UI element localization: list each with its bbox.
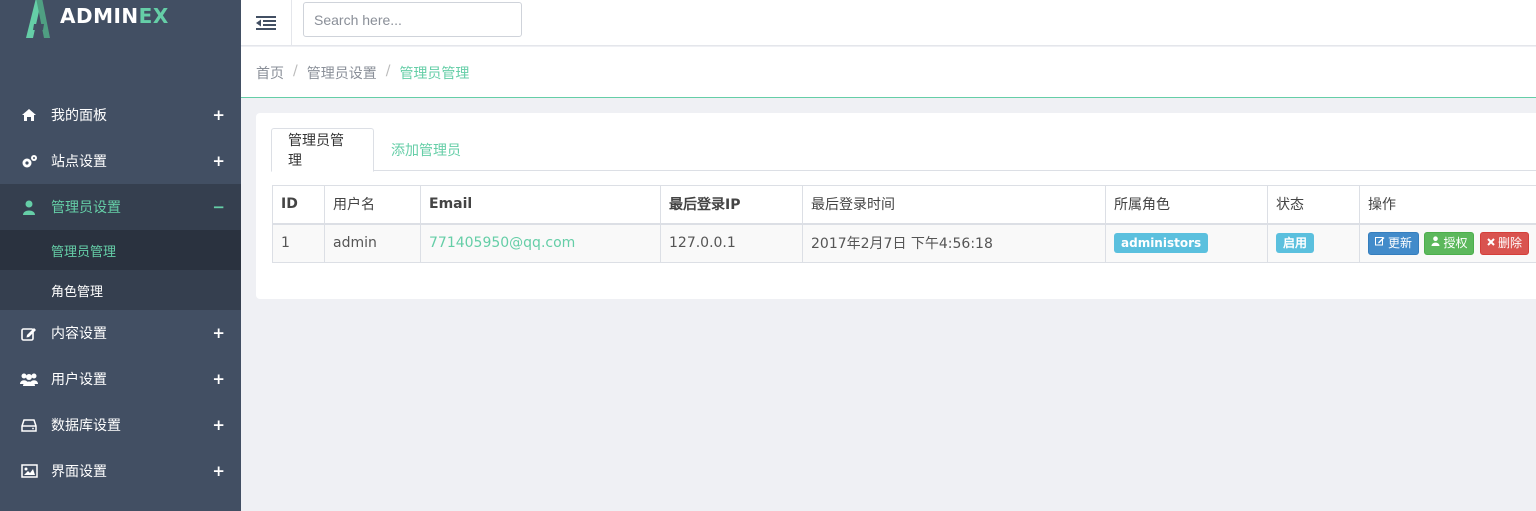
grant-button-label: 授权	[1443, 235, 1468, 250]
sidebar-item-admin-settings[interactable]: 管理员设置 −	[0, 184, 241, 230]
picture-icon	[20, 462, 38, 480]
update-button[interactable]: 更新	[1368, 231, 1420, 255]
breadcrumb-separator: /	[293, 63, 298, 79]
sidebar-subitem-role-manage[interactable]: 角色管理	[0, 270, 241, 310]
column-header-last-ip: 最后登录IP	[660, 185, 803, 225]
cell-email: 771405950@qq.com	[420, 223, 661, 263]
status-badge: 启用	[1276, 233, 1315, 254]
sidebar-item-user-settings[interactable]: 用户设置 +	[0, 356, 241, 402]
column-header-role: 所属角色	[1105, 185, 1268, 225]
collapse-icon: −	[212, 198, 225, 216]
tab-admin-manage[interactable]: 管理员管理	[271, 128, 374, 172]
column-header-email: Email	[420, 185, 661, 225]
breadcrumb-home[interactable]: 首页	[256, 63, 284, 83]
logo[interactable]: ADMINEX	[22, 0, 169, 38]
sidebar-item-label: 管理员设置	[51, 200, 121, 216]
cell-last-time: 2017年2月7日 下午4:56:18	[802, 223, 1106, 263]
expand-icon: +	[212, 106, 225, 124]
sidebar-item-label: 界面设置	[51, 464, 107, 480]
sidebar: ADMINEX 我的面板 + 站点设置 + 管理员设置 − 管理员管理 角色管理	[0, 0, 241, 511]
cell-role: administors	[1105, 223, 1268, 263]
breadcrumb-separator: /	[385, 63, 391, 79]
expand-icon: +	[212, 370, 225, 388]
sidebar-subitem-admin-manage[interactable]: 管理员管理	[0, 230, 241, 270]
breadcrumb: 首页 / 管理员设置 / 管理员管理	[256, 63, 469, 83]
hdd-icon	[20, 416, 38, 434]
cell-id: 1	[272, 223, 325, 263]
delete-button-label: 删除	[1497, 235, 1522, 250]
sidebar-nav: 我的面板 + 站点设置 + 管理员设置 − 管理员管理 角色管理 内容设置 + …	[0, 92, 241, 494]
sidebar-subnav: 管理员管理 角色管理	[0, 230, 241, 310]
cell-username: admin	[324, 223, 421, 263]
delete-button[interactable]: 删除	[1479, 231, 1529, 255]
cell-status: 启用	[1267, 223, 1360, 263]
edit-icon	[1375, 236, 1385, 251]
cell-actions: 更新 授权 删除	[1359, 223, 1536, 263]
sidebar-item-label: 数据库设置	[51, 418, 121, 434]
menu-toggle-button[interactable]	[241, 0, 292, 46]
close-icon	[1487, 236, 1495, 251]
breadcrumb-admin-settings[interactable]: 管理员设置	[307, 63, 377, 83]
breadcrumb-current: 管理员管理	[399, 66, 470, 82]
sidebar-item-dashboard[interactable]: 我的面板 +	[0, 92, 241, 138]
grant-button[interactable]: 授权	[1424, 231, 1475, 255]
sidebar-item-site-settings[interactable]: 站点设置 +	[0, 138, 241, 184]
user-icon	[20, 198, 38, 216]
expand-icon: +	[212, 324, 225, 342]
user-icon	[1431, 236, 1440, 251]
sidebar-item-ui-settings[interactable]: 界面设置 +	[0, 448, 241, 494]
sidebar-item-content-settings[interactable]: 内容设置 +	[0, 310, 241, 356]
column-header-username: 用户名	[324, 185, 421, 225]
content-panel: 管理员管理 添加管理员 ID 用户名 Email 最后登录IP 最后登录时间 所…	[256, 113, 1536, 299]
email-link[interactable]: 771405950@qq.com	[429, 235, 575, 251]
admin-table: ID 用户名 Email 最后登录IP 最后登录时间 所属角色 状态 操作 1 …	[272, 185, 1536, 263]
tab-bar: 管理员管理 添加管理员	[271, 128, 1536, 172]
search-input[interactable]	[303, 2, 522, 37]
sidebar-item-label: 站点设置	[51, 154, 107, 170]
column-header-last-time: 最后登录时间	[802, 185, 1106, 225]
logo-mark-icon	[26, 0, 50, 38]
menu-toggle-icon	[256, 16, 276, 30]
role-badge: administors	[1114, 233, 1209, 254]
sidebar-item-label: 内容设置	[51, 326, 107, 342]
table-header-row: ID 用户名 Email 最后登录IP 最后登录时间 所属角色 状态 操作	[272, 185, 1536, 225]
sidebar-item-label: 用户设置	[51, 372, 107, 388]
cell-last-ip: 127.0.0.1	[660, 223, 803, 263]
users-icon	[20, 370, 38, 388]
tab-add-admin[interactable]: 添加管理员	[375, 128, 477, 171]
sidebar-item-label: 我的面板	[51, 108, 107, 124]
column-header-id: ID	[272, 185, 325, 225]
edit-icon	[20, 324, 38, 342]
expand-icon: +	[212, 416, 225, 434]
expand-icon: +	[212, 152, 225, 170]
table-row: 1 admin 771405950@qq.com 127.0.0.1 2017年…	[272, 223, 1536, 263]
top-header	[241, 0, 1536, 46]
logo-text: ADMINEX	[60, 4, 169, 28]
update-button-label: 更新	[1388, 235, 1413, 250]
home-icon	[20, 106, 38, 124]
column-header-status: 状态	[1267, 185, 1360, 225]
column-header-actions: 操作	[1359, 185, 1536, 225]
page-heading: 首页 / 管理员设置 / 管理员管理	[241, 47, 1536, 98]
expand-icon: +	[212, 462, 225, 480]
sidebar-item-database-settings[interactable]: 数据库设置 +	[0, 402, 241, 448]
cogs-icon	[20, 152, 38, 170]
